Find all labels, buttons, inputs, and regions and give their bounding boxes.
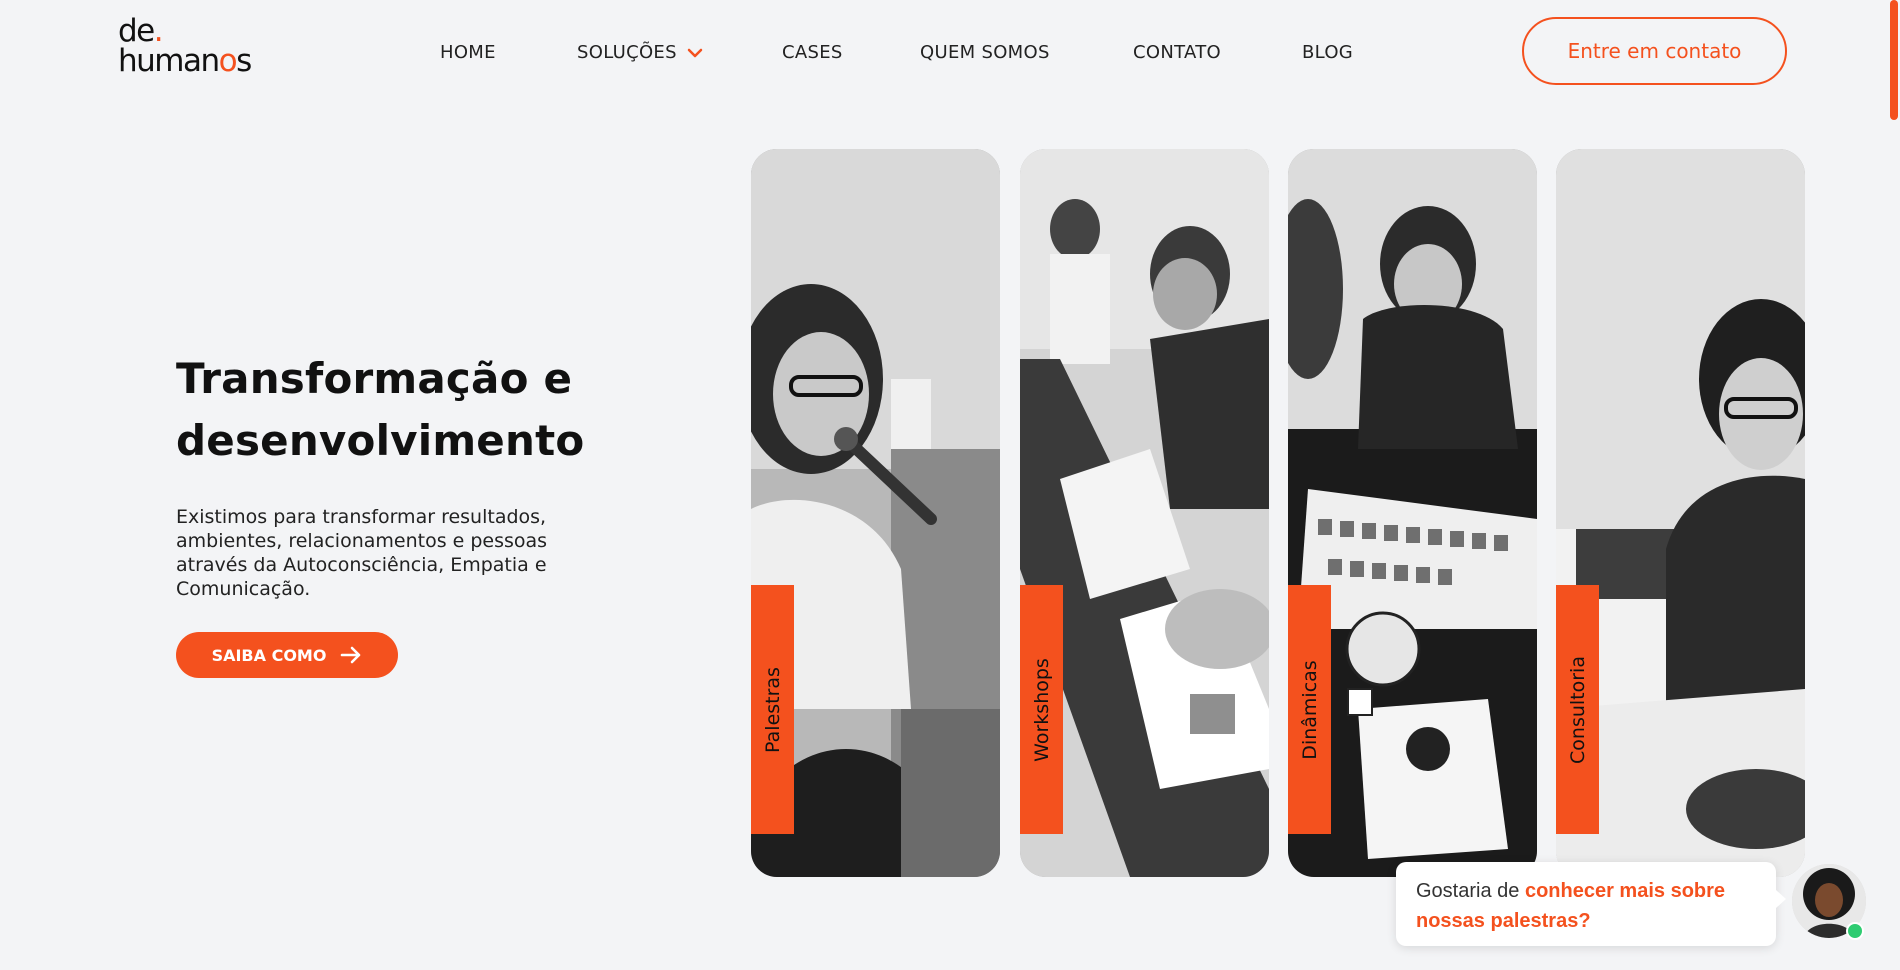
page-title: Transformação e desenvolvimento [176, 348, 636, 472]
page-title-line-1: Transformação e [176, 354, 573, 403]
card-tag-palestras: Palestras [751, 585, 794, 834]
logo-line-2: humanos [118, 43, 252, 79]
card-tag-consultoria: Consultoria [1556, 585, 1599, 834]
nav-item-solucoes-label: SOLUÇÕES [577, 42, 677, 63]
saiba-como-button[interactable]: SAIBA COMO [176, 632, 398, 678]
card-workshops[interactable]: Workshops [1020, 149, 1269, 877]
nav-item-solucoes[interactable]: SOLUÇÕES [577, 42, 703, 63]
nav-item-blog[interactable]: BLOG [1302, 42, 1353, 63]
hero-description: Existimos para transformar resultados, a… [176, 506, 548, 600]
online-status-dot [1846, 922, 1864, 940]
card-palestras[interactable]: Palestras [751, 149, 1000, 877]
scrollbar-thumb[interactable] [1890, 0, 1898, 120]
scrollbar[interactable] [1886, 0, 1900, 970]
nav-item-quem-somos[interactable]: QUEM SOMOS [920, 42, 1050, 63]
card-consultoria[interactable]: Consultoria [1556, 149, 1805, 877]
arrow-right-icon [341, 646, 361, 664]
contact-button[interactable]: Entre em contato [1522, 17, 1787, 85]
nav-item-contato[interactable]: CONTATO [1133, 42, 1221, 63]
saiba-como-label: SAIBA COMO [211, 645, 327, 665]
logo-line-1: de. [118, 13, 164, 49]
chat-bubble[interactable]: Gostaria de conhecer mais sobre nossas p… [1396, 862, 1786, 946]
card-tag-workshops: Workshops [1020, 585, 1063, 834]
page-title-line-2: desenvolvimento [176, 416, 585, 465]
chevron-down-icon [687, 48, 703, 58]
nav-item-cases[interactable]: CASES [782, 42, 843, 63]
logo[interactable]: de. humanos [118, 16, 288, 80]
card-dinamicas[interactable]: Dinâmicas [1288, 149, 1537, 877]
card-tag-dinamicas: Dinâmicas [1288, 585, 1331, 834]
nav-item-home[interactable]: HOME [440, 42, 496, 63]
chat-prefix: Gostaria de [1416, 880, 1525, 902]
